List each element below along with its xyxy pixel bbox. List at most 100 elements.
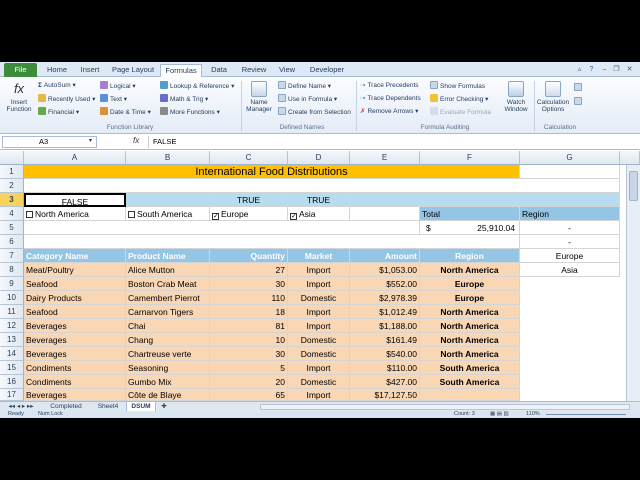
region-list-item[interactable]: - [520,221,620,235]
cell-product[interactable]: Carnarvon Tigers [126,305,210,319]
evaluate-formula-button[interactable]: Evaluate Formula [430,107,491,117]
cell-category[interactable]: Seafood [24,305,126,319]
cell-market[interactable]: Import [288,277,350,291]
column-header-e[interactable]: E [350,151,420,165]
cell-product[interactable]: Côte de Blaye [126,389,210,401]
column-header-d[interactable]: D [288,151,350,165]
cell-region[interactable]: North America [420,333,520,347]
cell-quantity[interactable]: 30 [210,277,288,291]
region-list-item[interactable]: Asia [520,263,620,277]
tab-formulas[interactable]: Formulas [160,64,202,77]
cell-amount[interactable]: $2,978.39 [350,291,420,305]
cell-region[interactable]: South America [420,361,520,375]
cell-c3[interactable]: TRUE [210,193,288,207]
row-header-17[interactable]: 17 [0,389,24,401]
cell-region[interactable]: North America [420,263,520,277]
checkbox-south-america[interactable]: South America [126,207,210,221]
logical-button[interactable]: Logical ▾ [100,81,136,91]
row-header-10[interactable]: 10 [0,291,24,305]
cell-product[interactable]: Boston Crab Meat [126,277,210,291]
column-header-a[interactable]: A [24,151,126,165]
cell-market[interactable]: Import [288,319,350,333]
cell-amount[interactable]: $17,127.50 [350,389,420,401]
cell-quantity[interactable]: 5 [210,361,288,375]
cell-quantity[interactable]: 110 [210,291,288,305]
cell-quantity[interactable]: 20 [210,375,288,389]
checkbox-icon[interactable]: ✓ [212,213,219,220]
calculate-sheet-button[interactable] [574,97,584,107]
horizontal-scrollbar[interactable] [260,404,630,410]
minimize-icon[interactable]: – [600,65,609,74]
tab-view[interactable]: View [274,64,300,77]
autosum-button[interactable]: Σ AutoSum ▾ [38,81,76,90]
column-header-b[interactable]: B [126,151,210,165]
cell-market[interactable]: Domestic [288,375,350,389]
row-header-14[interactable]: 14 [0,347,24,361]
cell-d3[interactable]: TRUE [288,193,350,207]
show-formulas-button[interactable]: Show Formulas [430,81,485,91]
insert-function-button[interactable]: fx Insert Function [4,81,34,113]
use-in-formula-button[interactable]: Use in Formula ▾ [278,94,337,104]
cell-category[interactable]: Beverages [24,333,126,347]
checkbox-icon[interactable] [128,211,135,218]
cell-region[interactable]: South America [420,375,520,389]
checkbox-asia[interactable]: ✓ Asia [288,207,350,221]
total-label[interactable]: Total [420,207,520,221]
region-list-item[interactable]: - [520,235,620,249]
checkbox-icon[interactable] [26,211,33,218]
cell-quantity[interactable]: 81 [210,319,288,333]
cell-e3[interactable] [350,193,620,207]
cell-e4[interactable] [350,207,420,221]
cell-category[interactable]: Seafood [24,277,126,291]
cell-quantity[interactable]: 10 [210,333,288,347]
empty-row[interactable] [24,179,620,193]
financial-button[interactable]: Financial ▾ [38,107,79,117]
cell-region[interactable]: Europe [420,277,520,291]
tab-data[interactable]: Data [205,64,233,77]
calculation-options-button[interactable]: Calculation Options [536,81,570,113]
cell-amount[interactable]: $161.49 [350,333,420,347]
row-header-12[interactable]: 12 [0,319,24,333]
tab-insert[interactable]: Insert [75,64,105,77]
cell-product[interactable]: Chai [126,319,210,333]
tab-review[interactable]: Review [238,64,270,77]
region-list-item[interactable]: Europe [520,249,620,263]
cell-category[interactable]: Beverages [24,347,126,361]
row-header-1[interactable]: 1 [0,165,24,179]
cell-category[interactable]: Condiments [24,361,126,375]
header-category[interactable]: Category Name [24,249,126,263]
cell-market[interactable]: Import [288,305,350,319]
header-region[interactable]: Region [420,249,520,263]
cell-b3[interactable] [126,193,210,207]
region-label[interactable]: Region [520,207,620,221]
cell-market[interactable]: Import [288,361,350,375]
cell-product[interactable]: Gumbo Mix [126,375,210,389]
cell-market[interactable]: Domestic [288,347,350,361]
cell-quantity[interactable]: 30 [210,347,288,361]
row-header-8[interactable]: 8 [0,263,24,277]
cell-product[interactable]: Camembert Pierrot [126,291,210,305]
total-value-cell[interactable]: $25,910.04 [420,221,520,235]
recently-used-button[interactable]: Recently Used ▾ [38,94,95,104]
column-header-c[interactable]: C [210,151,288,165]
fx-icon[interactable]: fx [133,136,139,145]
formula-input[interactable]: FALSE [148,136,638,148]
cell-category[interactable]: Beverages [24,389,126,401]
tab-developer[interactable]: Developer [305,64,349,77]
define-name-button[interactable]: Define Name ▾ [278,81,331,91]
tab-page-layout[interactable]: Page Layout [110,64,156,77]
lookup-reference-button[interactable]: Lookup & Reference ▾ [160,81,234,91]
cell-quantity[interactable]: 65 [210,389,288,401]
cell-category[interactable]: Beverages [24,319,126,333]
cell-quantity[interactable]: 18 [210,305,288,319]
close-icon[interactable]: ✕ [625,65,634,74]
name-manager-button[interactable]: Name Manager [243,81,275,113]
math-trig-button[interactable]: Math & Trig ▾ [160,94,208,104]
error-checking-button[interactable]: Error Checking ▾ [430,94,488,104]
name-box-dropdown-icon[interactable]: ▾ [89,137,92,144]
row-header-11[interactable]: 11 [0,305,24,319]
cell-region[interactable]: North America [420,305,520,319]
tab-file[interactable]: File [4,63,37,77]
text-button[interactable]: Text ▾ [100,94,127,104]
trace-precedents-button[interactable]: ⇢ Trace Precedents [360,81,419,90]
